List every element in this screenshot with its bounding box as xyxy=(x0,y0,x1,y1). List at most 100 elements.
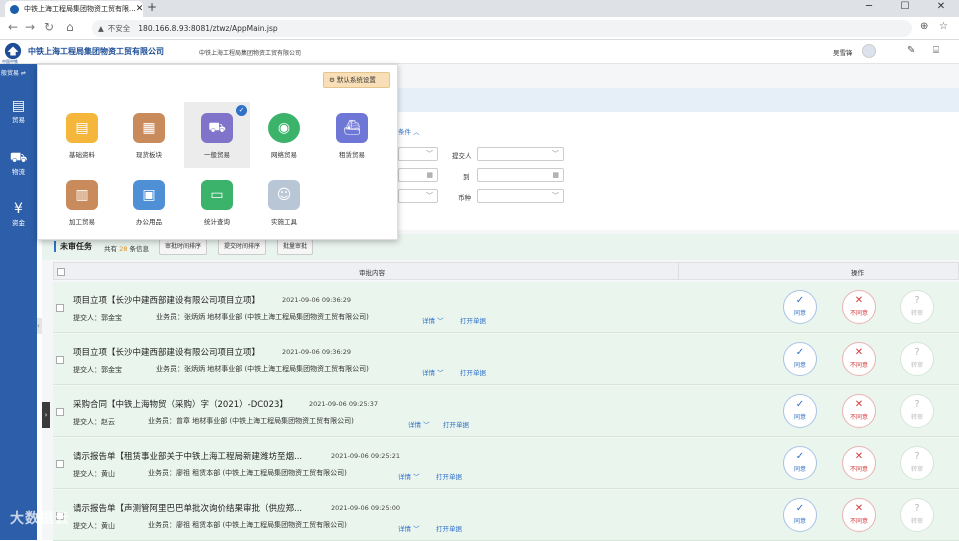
date-to-field[interactable]: ▦ xyxy=(477,168,564,182)
sidebar-item-funds[interactable]: ¥ 资金 xyxy=(0,201,37,227)
tab-title: 中铁上海工程局集团物资工贸有限... xyxy=(24,5,136,13)
filter-select-1[interactable]: ﹀ xyxy=(398,147,438,161)
module-tile-network-trade[interactable]: ◉ 网络贸易 xyxy=(251,102,317,168)
open-document-link[interactable]: 打开单据 xyxy=(436,471,462,481)
expand-panel-icon[interactable]: › xyxy=(42,402,50,428)
open-document-link[interactable]: 打开单据 xyxy=(436,523,462,533)
sidebar-item-trade[interactable]: ▤ 贸易 xyxy=(0,98,37,124)
detail-toggle[interactable]: 详情 ﹀ xyxy=(408,419,430,429)
row-checkbox[interactable] xyxy=(56,356,64,364)
sort-by-approval-time-button[interactable]: 审批时间排序 xyxy=(159,239,208,255)
selected-check-icon: ✓ xyxy=(236,105,247,116)
transfer-button[interactable]: ? 转审 xyxy=(900,498,934,532)
more-conditions-toggle[interactable]: 条件 ︿ xyxy=(398,126,420,136)
user-name[interactable]: 吴雪锋 xyxy=(833,47,853,57)
warning-icon: ▲ xyxy=(98,24,104,33)
agree-button[interactable]: ✓ 同意 xyxy=(783,498,817,532)
cross-icon: ✕ xyxy=(854,503,864,514)
transfer-button[interactable]: ? 转审 xyxy=(900,290,934,324)
disagree-button[interactable]: ✕ 不同意 xyxy=(842,342,876,376)
submitter-select[interactable]: ﹀ xyxy=(477,147,564,161)
detail-toggle[interactable]: 详情 ﹀ xyxy=(422,315,444,325)
disagree-button[interactable]: ✕ 不同意 xyxy=(842,498,876,532)
close-tab-icon[interactable]: ✕ xyxy=(136,4,143,14)
truck-icon: ⛟ xyxy=(201,113,233,143)
module-tile-office-supplies[interactable]: ▣ 办公用品 xyxy=(116,169,182,235)
zoom-icon[interactable]: ⊕ xyxy=(920,21,928,32)
row-title[interactable]: 项目立项【长沙中建西部建设有限公司项目立项】 xyxy=(73,294,260,306)
disagree-button[interactable]: ✕ 不同意 xyxy=(842,290,876,324)
browser-tab[interactable]: 中铁上海工程局集团物资工贸有限... ✕ xyxy=(5,1,143,17)
address-bar[interactable]: ▲ 不安全 180.166.8.93:8081/ztwz/AppMain.jsp xyxy=(92,20,912,37)
agree-button[interactable]: ✓ 同意 xyxy=(783,290,817,324)
check-icon: ✓ xyxy=(795,503,805,514)
home-icon[interactable]: ⌂ xyxy=(66,20,74,34)
row-checkbox[interactable] xyxy=(56,460,64,468)
close-window-icon[interactable]: ✕ xyxy=(923,0,959,14)
transfer-button[interactable]: ? 转审 xyxy=(900,394,934,428)
reload-icon[interactable]: ↻ xyxy=(44,20,54,34)
module-tile-tools[interactable]: ☺ 实施工具 xyxy=(251,169,317,235)
window-controls: ─ ☐ ✕ xyxy=(851,0,959,14)
check-icon: ✓ xyxy=(795,347,805,358)
module-label: 网络贸易 xyxy=(271,151,297,159)
cross-icon: ✕ xyxy=(854,451,864,462)
module-tile-basic-data[interactable]: ▤ 基础资料 xyxy=(49,102,115,168)
disagree-label: 不同意 xyxy=(849,518,868,525)
table-row: 项目立项【长沙中建西部建设有限公司项目立项】 2021-09-06 09:36:… xyxy=(53,282,959,333)
settings-icon[interactable]: ⌸ xyxy=(933,45,939,56)
transfer-button[interactable]: ? 转审 xyxy=(900,446,934,480)
module-tile-processing[interactable]: ▥ 加工贸易 xyxy=(49,169,115,235)
check-icon: ✓ xyxy=(795,295,805,306)
row-checkbox[interactable] xyxy=(56,408,64,416)
default-settings-button[interactable]: ⚙ 默认系统设置 xyxy=(323,72,390,88)
agree-label: 同意 xyxy=(793,362,806,369)
agree-button[interactable]: ✓ 同意 xyxy=(783,394,817,428)
collapse-sidebar-icon[interactable]: ‹ xyxy=(37,318,42,334)
back-icon[interactable]: ← xyxy=(8,20,18,34)
new-tab-icon[interactable]: + xyxy=(147,0,157,14)
sort-by-submit-time-button[interactable]: 提交时间排序 xyxy=(218,239,267,255)
open-document-link[interactable]: 打开单据 xyxy=(460,367,486,377)
module-tile-spot[interactable]: ▦ 现货板块 xyxy=(116,102,182,168)
open-document-link[interactable]: 打开单据 xyxy=(460,315,486,325)
maximize-icon[interactable]: ☐ xyxy=(887,0,923,14)
select-all-checkbox[interactable] xyxy=(57,268,65,276)
detail-toggle[interactable]: 详情 ﹀ xyxy=(422,367,444,377)
module-tile-lease-trade[interactable]: ⛴ 租赁贸易 xyxy=(319,102,385,168)
row-title[interactable]: 项目立项【长沙中建西部建设有限公司项目立项】 xyxy=(73,346,260,358)
row-title[interactable]: 请示报告单【声测管阿里巴巴单批次询价结果审批（供应郑... xyxy=(73,502,302,514)
module-tile-statistics[interactable]: ▭ 统计查询 xyxy=(184,169,250,235)
favorites-icon[interactable]: ☆ xyxy=(939,21,948,32)
disagree-button[interactable]: ✕ 不同意 xyxy=(842,446,876,480)
row-title[interactable]: 采购合同【中铁上海物贸（采购）字（2021）-DC023】 xyxy=(73,398,288,410)
disagree-button[interactable]: ✕ 不同意 xyxy=(842,394,876,428)
row-salesperson: 业务员：曾章 地材事业部 (中铁上海工程局集团物资工贸有限公司) xyxy=(148,417,354,425)
currency-select[interactable]: ﹀ xyxy=(477,189,564,203)
detail-toggle[interactable]: 详情 ﹀ xyxy=(398,471,420,481)
sidebar-item-logistics[interactable]: ⛟ 物流 xyxy=(0,150,37,176)
row-salesperson: 业务员：廖祖 租赁本部 (中铁上海工程局集团物资工贸有限公司) xyxy=(148,469,347,477)
batch-approve-button[interactable]: 批量审批 xyxy=(277,239,314,255)
forward-icon[interactable]: → xyxy=(25,20,35,34)
transfer-button[interactable]: ? 转审 xyxy=(900,342,934,376)
row-title[interactable]: 请示报告单【租赁事业部关于中铁上海工程局新建潍坊至烟... xyxy=(73,450,302,462)
question-icon: ? xyxy=(914,503,920,514)
open-document-link[interactable]: 打开单据 xyxy=(443,419,469,429)
person-icon: ☺ xyxy=(268,180,300,210)
agree-button[interactable]: ✓ 同意 xyxy=(783,342,817,376)
date-from-field[interactable]: ▦ xyxy=(398,168,438,182)
edit-icon[interactable]: ✎ xyxy=(907,45,915,56)
filter-select-3[interactable]: ﹀ xyxy=(398,189,438,203)
agree-label: 同意 xyxy=(793,414,806,421)
sidebar-item-label: 贸易 xyxy=(12,116,25,124)
column-divider xyxy=(678,263,679,280)
minimize-icon[interactable]: ─ xyxy=(851,0,887,14)
row-checkbox[interactable] xyxy=(56,304,64,312)
agree-button[interactable]: ✓ 同意 xyxy=(783,446,817,480)
module-tile-general-trade[interactable]: ✓ ⛟ 一般贸易 xyxy=(184,102,250,168)
module-label: 实施工具 xyxy=(271,218,297,226)
avatar[interactable] xyxy=(862,44,876,58)
detail-toggle[interactable]: 详情 ﹀ xyxy=(398,523,420,533)
sidebar-module-switch[interactable]: 般贸易 ⇌ xyxy=(0,68,37,77)
